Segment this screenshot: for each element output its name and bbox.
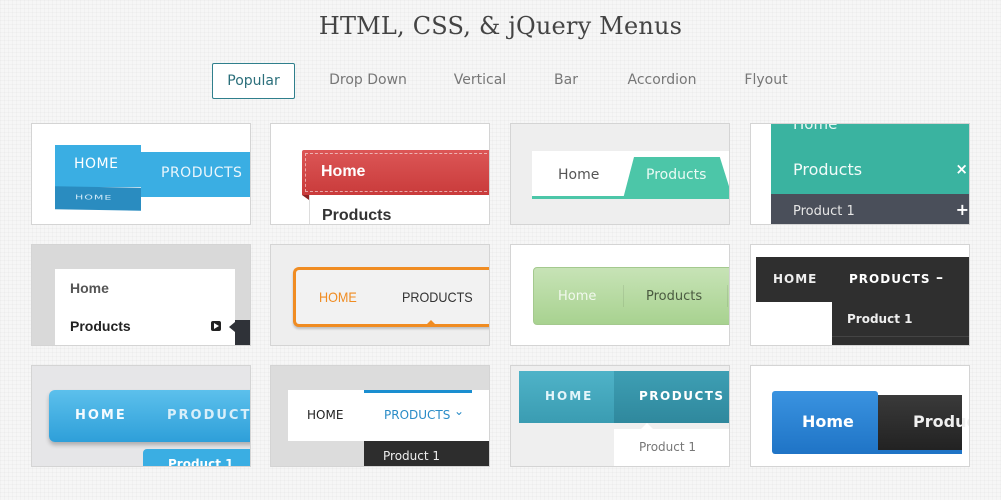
products-item[interactable]: PRODUCTS xyxy=(167,408,250,423)
products-item[interactable]: Products xyxy=(793,160,862,179)
flyout-panel xyxy=(235,320,250,345)
products-item[interactable]: PRODUCTS xyxy=(614,371,729,423)
home-item[interactable]: HOME xyxy=(519,371,614,423)
home-label: HOME xyxy=(74,156,119,172)
menu-card-teal-bar[interactable]: HOME PRODUCTS Product 1 xyxy=(510,365,730,467)
home-item[interactable]: Home xyxy=(558,289,596,304)
home-item[interactable]: Home xyxy=(558,167,599,183)
home-label: Home xyxy=(802,412,854,431)
home-item[interactable]: HOME xyxy=(307,408,343,422)
dropdown-panel: Product 1 xyxy=(614,429,729,466)
tab-drop-down[interactable]: Drop Down xyxy=(318,63,418,99)
product-1-item[interactable]: Product 1 xyxy=(639,440,696,454)
menu-card-ribbon[interactable]: Home Products xyxy=(270,123,490,225)
active-indicator xyxy=(426,320,436,325)
home-flip-label: HOME xyxy=(75,193,113,202)
close-icon[interactable]: × xyxy=(955,160,968,178)
tab-flyout[interactable]: Flyout xyxy=(735,63,797,99)
home-label: HOME xyxy=(545,389,594,403)
menu-card-slanted-tab[interactable]: Home Products xyxy=(510,123,730,225)
home-label: Home xyxy=(321,163,366,180)
menu-card-accordion[interactable]: Home Products × Product 1 + xyxy=(750,123,970,225)
products-item[interactable]: PRODUCTS xyxy=(402,289,473,305)
accordion-header[interactable]: Home Products × xyxy=(771,124,969,194)
menu-card-dark[interactable]: HOME PRODUCTS – Product 1 xyxy=(750,244,970,346)
home-item[interactable]: Home xyxy=(772,391,878,454)
products-label: Produc xyxy=(913,412,970,431)
expand-icon[interactable]: + xyxy=(956,200,969,219)
home-item[interactable]: Home xyxy=(793,124,837,133)
accordion-sub[interactable]: Product 1 + xyxy=(771,194,969,224)
tab-vertical[interactable]: Vertical xyxy=(445,63,515,99)
products-label: Products xyxy=(646,167,707,183)
menu-card-split-buttons[interactable]: Home Produc xyxy=(750,365,970,467)
tab-popular[interactable]: Popular xyxy=(212,63,295,99)
menu-card-green[interactable]: Home Products xyxy=(510,244,730,346)
home-item[interactable]: HOME xyxy=(55,145,141,187)
vertical-menu: Home Products xyxy=(55,269,235,345)
divider xyxy=(623,285,624,307)
menu-card-vertical[interactable]: Home Products xyxy=(31,244,251,346)
products-item[interactable]: Products xyxy=(646,289,702,304)
tab-accordion[interactable]: Accordion xyxy=(618,63,706,99)
menu-card-3d-flip[interactable]: HOME HOME PRODUCTS xyxy=(31,123,251,225)
menu-card-orange-outline[interactable]: HOME PRODUCTS xyxy=(270,244,490,346)
menu-card-white-topline[interactable]: HOME PRODUCTS ⌄ Product 1 xyxy=(270,365,490,467)
products-item[interactable]: Produc xyxy=(878,395,969,450)
products-label: Products xyxy=(322,207,392,224)
home-item[interactable]: Home xyxy=(70,280,109,296)
ribbon-fold xyxy=(302,195,309,200)
home-item[interactable]: HOME xyxy=(319,289,357,305)
home-item[interactable]: HOME xyxy=(75,408,127,423)
home-item[interactable]: HOME xyxy=(773,272,817,286)
active-topline xyxy=(364,390,472,393)
divider xyxy=(727,285,728,307)
product-1-item[interactable]: Product 1 xyxy=(847,312,912,326)
chevron-down-icon[interactable]: ⌄ xyxy=(454,404,464,418)
products-item[interactable]: Products xyxy=(309,195,489,224)
collapse-icon[interactable]: – xyxy=(936,270,943,286)
page-title: HTML, CSS, & jQuery Menus xyxy=(318,12,683,40)
bottom-bar xyxy=(878,450,962,454)
home-flip-face: HOME xyxy=(55,186,141,211)
flyout-arrow-icon xyxy=(211,321,221,331)
menu-card-blue-button[interactable]: HOME PRODUCTS Product 1 xyxy=(31,365,251,467)
products-item[interactable]: PRODUCTS xyxy=(849,272,931,286)
products-item[interactable]: PRODUCTS xyxy=(141,152,250,197)
tab-bar[interactable]: Bar xyxy=(545,63,587,99)
dropdown-pointer xyxy=(641,423,653,429)
dropdown-panel: Product 1 xyxy=(832,302,969,345)
products-item[interactable]: PRODUCTS xyxy=(384,408,450,422)
category-tabs: Popular Drop Down Vertical Bar Accordion… xyxy=(0,63,1001,99)
products-label: PRODUCTS xyxy=(161,165,243,181)
products-item[interactable]: Products xyxy=(70,318,131,334)
dropdown-panel: Product 1 xyxy=(143,449,250,466)
flyout-pointer xyxy=(229,322,235,332)
product-1-item[interactable]: Product 1 xyxy=(168,457,233,466)
products-label: PRODUCTS xyxy=(639,389,725,403)
product-1-item[interactable]: Product 1 xyxy=(383,449,440,463)
dropdown-panel: Product 1 xyxy=(364,441,489,466)
home-item[interactable]: Home xyxy=(302,150,489,195)
product-1-item[interactable]: Product 1 xyxy=(793,204,855,219)
